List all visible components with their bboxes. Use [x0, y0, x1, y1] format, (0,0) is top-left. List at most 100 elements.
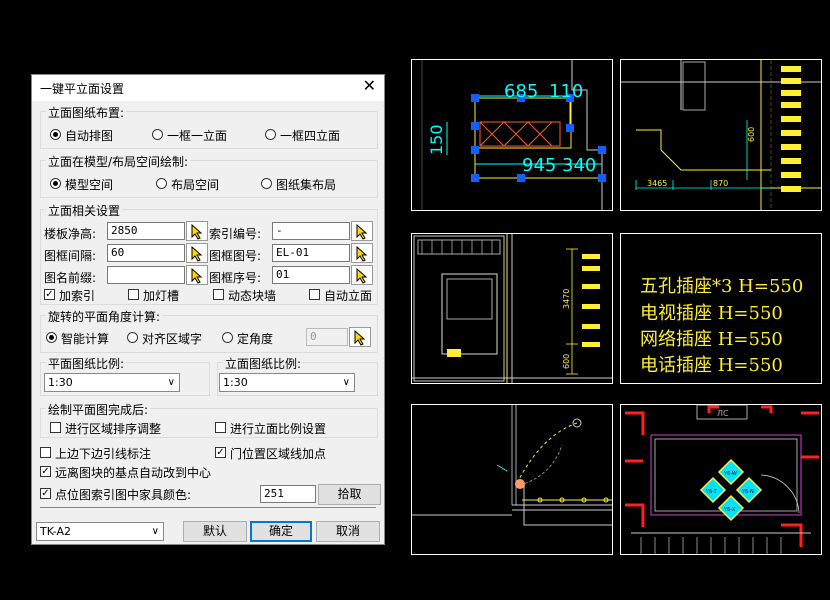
name-prefix-pick-button[interactable]: [186, 265, 208, 285]
pick-color-button[interactable]: 拾取: [318, 484, 381, 505]
layout-tag: ЛС: [717, 409, 729, 418]
socket-tag-2: Y6-T: [705, 489, 718, 495]
frame-seq-input[interactable]: 01: [272, 266, 350, 284]
after-draw-label: 绘制平面图完成后:: [46, 401, 151, 418]
base-point-center-label: 远离图块的基点自动改到中心: [55, 466, 212, 480]
dim-110: 110: [549, 81, 583, 102]
plan-scale-select[interactable]: 1:30 ∨: [44, 373, 180, 392]
dim-870: 870: [713, 179, 728, 188]
radio-fixed-angle-label: 定角度: [237, 332, 274, 346]
dynamic-block-wall-label: 动态块墙: [228, 289, 277, 303]
auto-elevation-label: 自动立面: [324, 289, 373, 303]
name-prefix-label: 图名前缀:: [44, 271, 97, 285]
radio-layout-space-label: 布局空间: [171, 178, 220, 192]
frame-seq-label: 图框序号:: [209, 271, 262, 285]
frame-no-input[interactable]: EL-01: [272, 244, 350, 262]
floor-height-pick-button[interactable]: [186, 221, 208, 241]
door-region-point-checkbox[interactable]: ✓: [215, 447, 226, 458]
plan-scale-label: 平面图纸比例:: [46, 355, 127, 372]
plan-scale-value: 1:30: [48, 376, 73, 389]
floor-height-input[interactable]: 2850: [107, 222, 185, 240]
dim-3470: 3470: [562, 289, 571, 309]
cancel-button[interactable]: 取消: [316, 521, 380, 542]
angle-input[interactable]: 0: [306, 328, 348, 346]
chevron-down-icon: ∨: [342, 377, 350, 388]
frame-no-label: 图框图号:: [209, 249, 262, 263]
radio-auto-layout[interactable]: [50, 129, 61, 140]
separator-line: [40, 507, 376, 508]
socket-tag-4: Y6-X: [723, 507, 736, 513]
dim-150: 150: [427, 124, 446, 155]
cursor-pick-icon: [356, 224, 368, 240]
drawing-panel-3[interactable]: 3470 600: [411, 233, 613, 384]
layout-group-label: 立面图纸布置:: [46, 104, 127, 121]
cursor-pick-icon: [354, 330, 366, 346]
furniture-color-input[interactable]: 251: [260, 485, 316, 503]
cursor-pick-icon: [356, 246, 368, 262]
radio-smart-calc-label: 智能计算: [61, 332, 110, 346]
space-group-label: 立面在模型/布局空间绘制:: [46, 153, 191, 170]
angle-pick-button[interactable]: [349, 327, 371, 347]
dynamic-block-wall-checkbox[interactable]: [213, 289, 224, 300]
frame-gap-pick-button[interactable]: [186, 243, 208, 263]
top-bottom-leader-checkbox[interactable]: [40, 447, 51, 458]
radio-sheet-set[interactable]: [261, 178, 272, 189]
radio-sheet-set-label: 图纸集布局: [276, 178, 337, 192]
title-bar[interactable]: 一键平立面设置 ✕: [32, 75, 384, 101]
cursor-pick-icon: [191, 224, 203, 240]
settings-dialog: 一键平立面设置 ✕ 立面图纸布置: 自动排图 一框一立面 一框四立面 立面在模型…: [31, 74, 385, 545]
furniture-color-label: 点位图索引图中家具颜色:: [55, 488, 192, 502]
radio-model-space[interactable]: [50, 178, 61, 189]
add-index-checkbox[interactable]: ✓: [44, 289, 55, 300]
radio-align-region-text[interactable]: [127, 332, 138, 343]
frame-no-pick-button[interactable]: [351, 243, 373, 263]
region-sort-checkbox[interactable]: [50, 422, 61, 433]
radio-fixed-angle[interactable]: [222, 332, 233, 343]
index-no-label: 索引编号:: [209, 227, 262, 241]
drawing-panel-5[interactable]: [411, 404, 613, 555]
radio-auto-layout-label: 自动排图: [65, 129, 114, 143]
radio-layout-space[interactable]: [156, 178, 167, 189]
elev-scale-select[interactable]: 1:30 ∨: [219, 373, 355, 392]
auto-elevation-checkbox[interactable]: [309, 289, 320, 300]
add-light-trough-checkbox[interactable]: [128, 289, 139, 300]
socket-note-3: 网络插座 H=550: [640, 329, 783, 350]
name-prefix-input[interactable]: [107, 266, 185, 284]
cursor-pick-icon: [191, 246, 203, 262]
radio-four-per-frame[interactable]: [265, 129, 276, 140]
dim-340: 340: [562, 155, 596, 176]
drawing-panel-6[interactable]: ЛС Y6-W Y6-T Y6-N Y6-X: [620, 404, 822, 555]
cad-drawing-dimensions: 685 110 150 945 340: [421, 60, 606, 210]
add-light-trough-label: 加灯槽: [143, 289, 180, 303]
dim-3465: 3465: [647, 179, 667, 188]
elevation-scale-label: 进行立面比例设置: [230, 422, 327, 436]
drawing-panel-2[interactable]: 600 3465 870: [620, 59, 822, 211]
dim-945: 945: [522, 155, 556, 176]
floor-height-label: 楼板净高:: [44, 227, 97, 241]
template-select[interactable]: TK-A2 ∨: [36, 522, 164, 541]
radio-one-per-frame[interactable]: [152, 129, 163, 140]
frame-seq-pick-button[interactable]: [351, 265, 373, 285]
elev-scale-value: 1:30: [223, 376, 248, 389]
cursor-pick-icon: [356, 268, 368, 284]
close-icon[interactable]: ✕: [363, 77, 376, 95]
cad-drawing-socket-layout: ЛС Y6-W Y6-T Y6-N Y6-X: [625, 405, 819, 554]
rotation-group-label: 旋转的平面角度计算:: [46, 308, 163, 325]
frame-gap-input[interactable]: 60: [107, 244, 185, 262]
default-button[interactable]: 默认: [183, 521, 247, 542]
radio-four-per-frame-label: 一框四立面: [280, 129, 341, 143]
index-no-pick-button[interactable]: [351, 221, 373, 241]
cad-drawing-door-swing: [412, 405, 612, 526]
ok-button[interactable]: 确定: [250, 521, 312, 542]
socket-tag-3: Y6-N: [741, 489, 754, 495]
base-point-center-checkbox[interactable]: ✓: [40, 466, 51, 477]
drawing-panel-1[interactable]: 685 110 150 945 340: [411, 59, 613, 211]
socket-note-2: 电视插座 H=550: [640, 303, 783, 324]
radio-smart-calc[interactable]: [46, 332, 57, 343]
template-value: TK-A2: [40, 525, 72, 538]
cursor-pick-icon: [191, 268, 203, 284]
index-no-input[interactable]: -: [272, 222, 350, 240]
radio-align-region-text-label: 对齐区域字: [142, 332, 203, 346]
furniture-color-checkbox[interactable]: ✓: [40, 488, 51, 499]
elevation-scale-checkbox[interactable]: [215, 422, 226, 433]
